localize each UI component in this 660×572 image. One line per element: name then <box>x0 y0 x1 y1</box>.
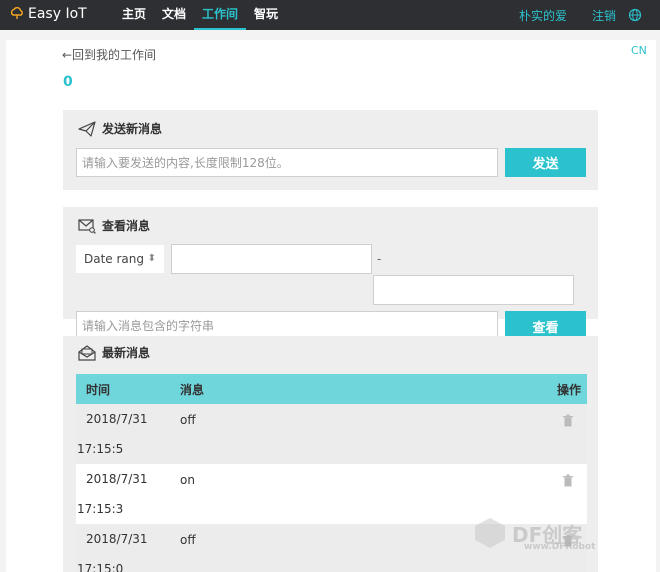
nav-item-workspace[interactable]: 工作间 <box>194 0 247 30</box>
date-separator: - <box>377 252 382 266</box>
table-row: 2018/7/31 17:15:3 on <box>76 464 587 524</box>
latest-messages-title: 最新消息 <box>78 344 150 361</box>
chevron-updown-icon: ⬍ <box>147 253 156 264</box>
table-header: 时间 消息 操作 <box>76 374 587 404</box>
message-count: 0 <box>63 74 73 90</box>
language-toggle[interactable]: CN <box>631 44 647 57</box>
row-date: 2018/7/31 <box>86 412 148 426</box>
nav-item-smart-play[interactable]: 智玩 <box>246 0 286 30</box>
send-button[interactable]: 发送 <box>505 148 586 177</box>
row-time: 17:15:0 <box>77 562 124 572</box>
main-nav: 主页 文档 工作间 智玩 <box>114 0 286 30</box>
dfrobot-watermark: DF创客 www.DFRobot <box>472 516 595 552</box>
row-message: on <box>180 473 195 487</box>
cloud-bulb-icon <box>10 7 23 19</box>
user-name-link[interactable]: 朴实的爱 <box>519 7 567 24</box>
column-header-action: 操作 <box>557 383 582 397</box>
send-message-title: 发送新消息 <box>78 120 162 137</box>
view-message-title: 查看消息 <box>78 217 150 234</box>
send-content-input[interactable] <box>76 148 498 177</box>
row-message: off <box>180 413 196 427</box>
view-title-label: 查看消息 <box>102 219 151 233</box>
table-row: 2018/7/31 17:15:5 off <box>76 404 587 464</box>
start-date-input[interactable] <box>171 244 372 274</box>
send-title-label: 发送新消息 <box>102 122 163 136</box>
back-to-workspace-link[interactable]: ←回到我的工作间 <box>62 46 156 63</box>
trash-icon[interactable] <box>562 414 574 427</box>
brand-name: Easy IoT <box>28 6 87 22</box>
row-message: off <box>180 533 196 547</box>
globe-icon[interactable] <box>628 8 642 22</box>
column-header-time: 时间 <box>86 383 111 397</box>
open-envelope-icon <box>78 344 96 361</box>
nav-item-home[interactable]: 主页 <box>114 0 154 30</box>
logout-link[interactable]: 注销 <box>592 7 616 24</box>
row-date: 2018/7/31 <box>86 532 148 546</box>
end-date-input[interactable] <box>373 275 574 305</box>
top-nav-bar: Easy IoT 主页 文档 工作间 智玩 朴实的爱 注销 <box>0 0 660 30</box>
row-time: 17:15:5 <box>77 442 124 456</box>
row-date: 2018/7/31 <box>86 472 148 486</box>
row-time: 17:15:3 <box>77 502 124 516</box>
trash-icon[interactable] <box>562 474 574 487</box>
paper-plane-icon <box>78 120 96 137</box>
latest-title-label: 最新消息 <box>102 346 151 360</box>
dfrobot-logo-icon <box>475 518 505 548</box>
watermark-subtext: www.DFRobot <box>524 542 596 552</box>
column-header-message: 消息 <box>180 383 205 397</box>
envelope-search-icon <box>78 218 96 234</box>
brand[interactable]: Easy IoT <box>10 6 87 22</box>
date-range-value: Date rang <box>84 252 145 266</box>
date-range-select[interactable]: Date rang ⬍ <box>76 245 164 273</box>
nav-item-docs[interactable]: 文档 <box>154 0 194 30</box>
